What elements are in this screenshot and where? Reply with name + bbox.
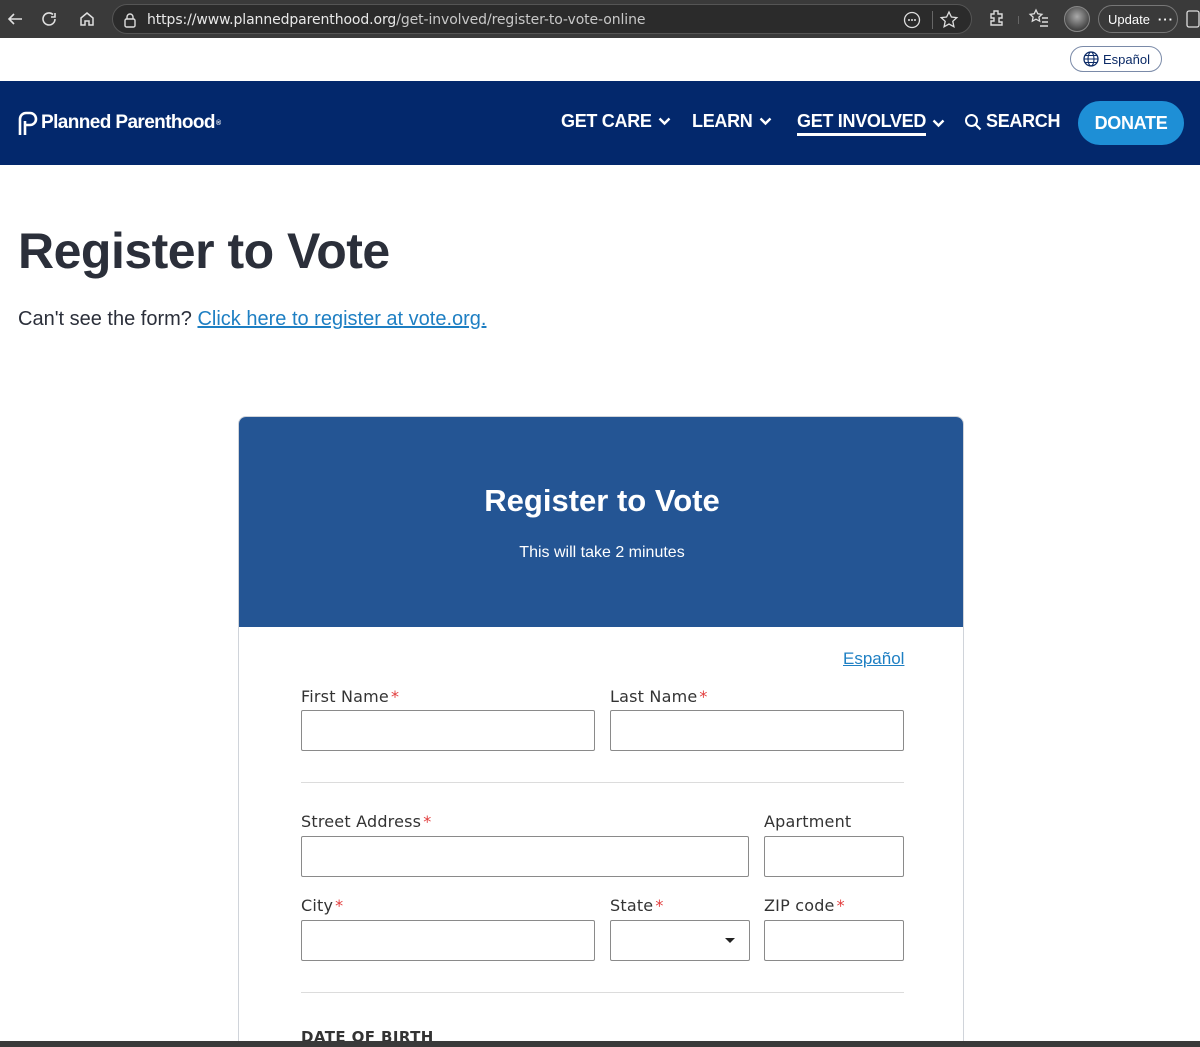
voter-registration-form: Register to Vote This will take 2 minute… <box>238 416 964 1047</box>
first-name-input[interactable] <box>301 710 595 751</box>
first-name-label: First Name * <box>301 687 399 706</box>
logo-mark-icon <box>18 111 38 135</box>
nav-search[interactable]: SEARCH <box>964 111 1061 132</box>
update-label: Update <box>1108 11 1150 27</box>
dropdown-caret-icon <box>725 938 735 943</box>
search-icon <box>965 113 982 130</box>
vote-org-link[interactable]: Click here to register at vote.org. <box>197 308 486 330</box>
toolbar-divider <box>1018 16 1019 24</box>
form-subtitle: This will take 2 minutes <box>519 544 685 561</box>
home-icon[interactable] <box>74 6 100 32</box>
city-label: City * <box>301 896 343 915</box>
nav-get-involved[interactable]: GET INVOLVED <box>797 111 945 136</box>
sidebar-toggle-icon[interactable] <box>1186 10 1200 33</box>
nav-get-care[interactable]: GET CARE <box>561 111 671 132</box>
globe-icon <box>1083 51 1099 67</box>
chevron-down-icon <box>658 117 670 126</box>
reader-mode-icon[interactable] <box>903 11 921 34</box>
street-address-label-text: Street Address <box>301 812 422 831</box>
url-host: https://www.plannedparenthood.org <box>147 12 397 28</box>
street-address-input[interactable] <box>301 836 749 877</box>
apartment-label: Apartment <box>764 812 851 831</box>
required-marker: * <box>335 896 344 915</box>
update-button[interactable]: Update ··· <box>1098 5 1178 33</box>
language-bar: Español <box>0 38 1200 81</box>
zip-label-text: ZIP code <box>764 896 835 915</box>
form-header: Register to Vote This will take 2 minute… <box>239 417 963 627</box>
nav-learn[interactable]: LEARN <box>692 111 772 132</box>
refresh-icon[interactable] <box>36 6 62 32</box>
required-marker: * <box>390 687 400 706</box>
zip-input[interactable] <box>764 920 904 961</box>
site-logo[interactable]: Planned Parenthood ® <box>17 110 221 136</box>
main-navigation: Planned Parenthood ® GET CARE LEARN GET I… <box>0 81 1200 165</box>
chevron-down-icon <box>932 119 945 128</box>
language-toggle-label: Español <box>1103 51 1150 67</box>
back-icon[interactable] <box>2 6 28 32</box>
nav-learn-label: LEARN <box>692 111 753 131</box>
form-divider <box>301 782 904 783</box>
required-marker: * <box>699 687 708 706</box>
first-name-label-text: First Name <box>301 687 389 706</box>
form-title: Register to Vote <box>484 483 720 518</box>
address-divider <box>932 11 933 29</box>
favorites-list-icon[interactable] <box>1028 7 1050 34</box>
form-divider <box>301 992 904 993</box>
chevron-down-icon <box>759 117 771 126</box>
browser-toolbar: https://www.plannedparenthood.org/get-in… <box>0 0 1200 38</box>
form-help-question: Can't see the form? <box>18 308 192 330</box>
nav-get-care-label: GET CARE <box>561 111 652 131</box>
logo-text: Planned Parenthood <box>41 112 216 133</box>
form-language-link[interactable]: Español <box>843 649 904 669</box>
language-toggle-button[interactable]: Español <box>1070 46 1162 72</box>
url-text: https://www.plannedparenthood.org/get-in… <box>147 12 645 28</box>
city-input[interactable] <box>301 920 595 961</box>
address-bar[interactable]: https://www.plannedparenthood.org/get-in… <box>112 4 972 34</box>
last-name-label-text: Last Name <box>610 687 698 706</box>
donate-button[interactable]: DONATE <box>1078 101 1184 145</box>
page-title: Register to Vote <box>18 223 390 279</box>
favorite-star-icon[interactable] <box>939 10 959 35</box>
last-name-label: Last Name * <box>610 687 708 706</box>
city-label-text: City <box>301 896 334 915</box>
zip-label: ZIP code * <box>764 896 845 915</box>
apartment-label-text: Apartment <box>764 812 852 831</box>
form-help-text: Can't see the form? Click here to regist… <box>18 308 486 331</box>
required-marker: * <box>836 896 845 915</box>
profile-avatar[interactable] <box>1064 6 1090 32</box>
state-label: State * <box>610 896 664 915</box>
url-path: /get-involved/register-to-vote-online <box>396 12 646 28</box>
required-marker: * <box>655 896 664 915</box>
more-icon[interactable]: ··· <box>1158 12 1174 27</box>
window-bottom-edge <box>0 1041 1200 1047</box>
nav-get-involved-label: GET INVOLVED <box>797 111 926 136</box>
nav-search-label: SEARCH <box>986 111 1061 131</box>
required-marker: * <box>423 812 432 831</box>
state-label-text: State <box>610 896 654 915</box>
state-select[interactable] <box>610 920 750 961</box>
lock-icon[interactable] <box>123 12 137 33</box>
last-name-input[interactable] <box>610 710 904 751</box>
apartment-input[interactable] <box>764 836 904 877</box>
extensions-icon[interactable] <box>986 7 1008 34</box>
street-address-label: Street Address * <box>301 812 431 831</box>
